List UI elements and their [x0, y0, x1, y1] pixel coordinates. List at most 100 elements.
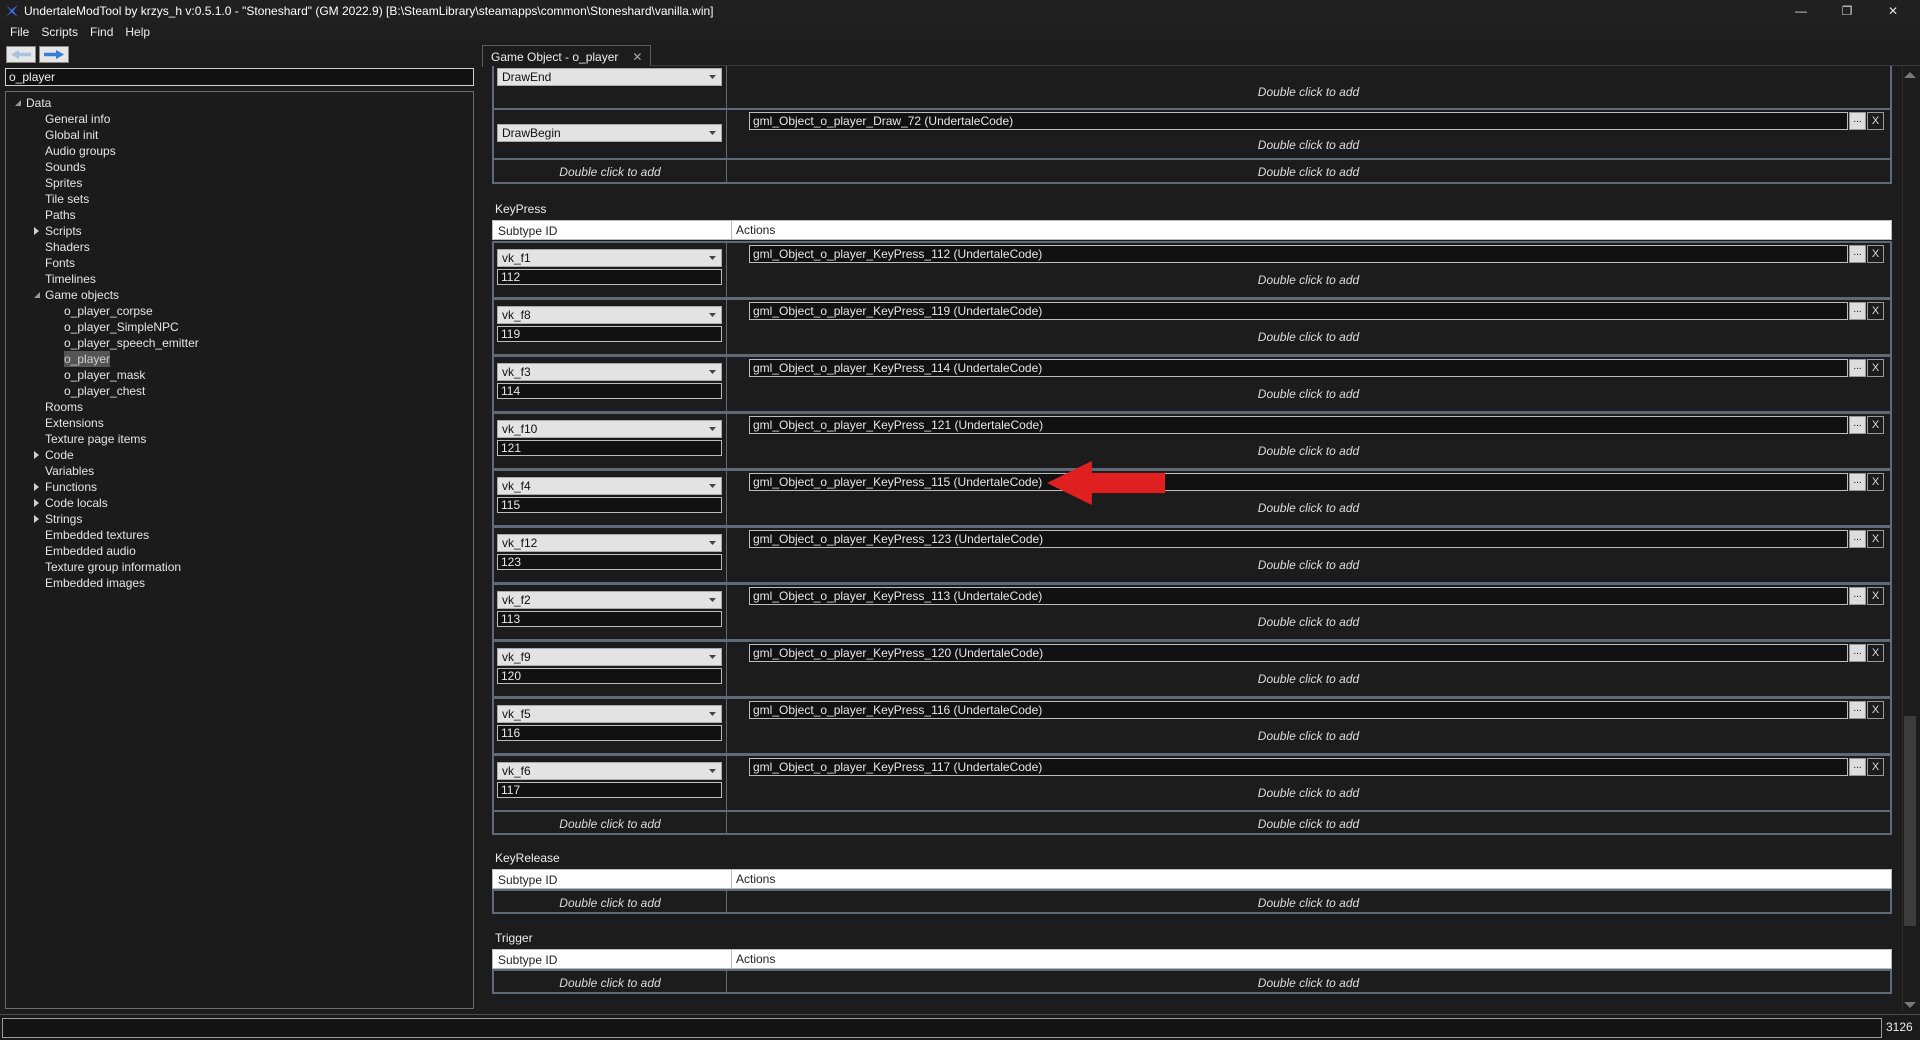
remove-button[interactable]: X	[1867, 473, 1884, 491]
code-reference-field[interactable]: gml_Object_o_player_Draw_72 (UndertaleCo…	[749, 112, 1848, 130]
code-reference-field[interactable]: gml_Object_o_player_KeyPress_120 (Undert…	[749, 644, 1848, 662]
collapsed-triangle-icon[interactable]	[34, 515, 39, 523]
subtype-combobox[interactable]: vk_f9	[497, 648, 722, 666]
double-click-to-add[interactable]: Double click to add	[727, 165, 1890, 179]
subtype-combobox[interactable]: vk_f1	[497, 249, 722, 267]
subtype-id-field[interactable]: 115	[497, 497, 722, 513]
tree-item[interactable]: o_player_SimpleNPC	[6, 319, 473, 335]
double-click-to-add[interactable]: Double click to add	[727, 976, 1890, 990]
subtype-combobox[interactable]: vk_f8	[497, 306, 722, 324]
tree-item[interactable]: General info	[6, 111, 473, 127]
remove-button[interactable]: X	[1867, 359, 1884, 377]
menu-scripts[interactable]: Scripts	[35, 25, 84, 39]
scrollbar-thumb[interactable]	[1904, 716, 1916, 926]
tree-item[interactable]: Embedded audio	[6, 543, 473, 559]
subtype-id-field[interactable]: 116	[497, 725, 722, 741]
collapsed-triangle-icon[interactable]	[34, 483, 39, 491]
tree-item[interactable]: o_player_corpse	[6, 303, 473, 319]
browse-button[interactable]: ...	[1849, 701, 1866, 719]
double-click-to-add[interactable]: Double click to add	[727, 387, 1890, 401]
subtype-combobox[interactable]: vk_f5	[497, 705, 722, 723]
remove-button[interactable]: X	[1867, 644, 1884, 662]
remove-button[interactable]: X	[1867, 758, 1884, 776]
subtype-id-field[interactable]: 123	[497, 554, 722, 570]
forward-button[interactable]	[39, 46, 69, 63]
browse-button[interactable]: ...	[1849, 245, 1866, 263]
tree-item[interactable]: Audio groups	[6, 143, 473, 159]
code-reference-field[interactable]: gml_Object_o_player_KeyPress_123 (Undert…	[749, 530, 1848, 548]
minimize-button[interactable]: —	[1778, 0, 1824, 22]
subtype-combobox[interactable]: vk_f3	[497, 363, 722, 381]
double-click-to-add[interactable]: Double click to add	[727, 896, 1890, 910]
code-reference-field[interactable]: gml_Object_o_player_KeyPress_117 (Undert…	[749, 758, 1848, 776]
double-click-to-add[interactable]: Double click to add	[727, 817, 1890, 831]
tree-item[interactable]: Sounds	[6, 159, 473, 175]
tree-item[interactable]: Code locals	[6, 495, 473, 511]
tab-game-object[interactable]: Game Object - o_player ✕	[482, 45, 652, 67]
tree-item[interactable]: Texture group information	[6, 559, 473, 575]
remove-button[interactable]: X	[1867, 701, 1884, 719]
status-field[interactable]	[2, 1018, 1882, 1038]
double-click-to-add[interactable]: Double click to add	[494, 896, 726, 910]
tree-item[interactable]: Timelines	[6, 271, 473, 287]
double-click-to-add[interactable]: Double click to add	[727, 273, 1890, 287]
tree-item[interactable]: Global init	[6, 127, 473, 143]
tree-item[interactable]: o_player_chest	[6, 383, 473, 399]
collapsed-triangle-icon[interactable]	[34, 451, 39, 459]
tab-close-icon[interactable]: ✕	[632, 50, 642, 64]
subtype-id-field[interactable]: 120	[497, 668, 722, 684]
remove-button[interactable]: X	[1867, 302, 1884, 320]
subtype-combobox[interactable]: vk_f6	[497, 762, 722, 780]
code-reference-field[interactable]: gml_Object_o_player_KeyPress_115 (Undert…	[749, 473, 1848, 491]
tree-item[interactable]: Variables	[6, 463, 473, 479]
tree-item[interactable]: Extensions	[6, 415, 473, 431]
tree-item[interactable]: o_player_mask	[6, 367, 473, 383]
subtype-combobox[interactable]: vk_f2	[497, 591, 722, 609]
tree-item[interactable]: Functions	[6, 479, 473, 495]
subtype-combobox[interactable]: vk_f4	[497, 477, 722, 495]
double-click-to-add[interactable]: Double click to add	[494, 165, 726, 179]
double-click-to-add[interactable]: Double click to add	[727, 444, 1890, 458]
subtype-id-field[interactable]: 114	[497, 383, 722, 399]
subtype-id-field[interactable]: 119	[497, 326, 722, 342]
tree-item[interactable]: Strings	[6, 511, 473, 527]
double-click-to-add[interactable]: Double click to add	[494, 817, 726, 831]
remove-button[interactable]: X	[1867, 245, 1884, 263]
browse-button[interactable]: ...	[1849, 359, 1866, 377]
tree-item[interactable]: Sprites	[6, 175, 473, 191]
browse-button[interactable]: ...	[1849, 530, 1866, 548]
collapsed-triangle-icon[interactable]	[34, 227, 39, 235]
collapsed-triangle-icon[interactable]	[34, 499, 39, 507]
browse-button[interactable]: ...	[1849, 644, 1866, 662]
double-click-to-add[interactable]: Double click to add	[727, 501, 1890, 515]
code-reference-field[interactable]: gml_Object_o_player_KeyPress_113 (Undert…	[749, 587, 1848, 605]
code-reference-field[interactable]: gml_Object_o_player_KeyPress_112 (Undert…	[749, 245, 1848, 263]
double-click-to-add[interactable]: Double click to add	[727, 729, 1890, 743]
code-reference-field[interactable]: gml_Object_o_player_KeyPress_119 (Undert…	[749, 302, 1848, 320]
tree-item[interactable]: Fonts	[6, 255, 473, 271]
tree-item[interactable]: Game objects	[6, 287, 473, 303]
double-click-to-add[interactable]: Double click to add	[727, 85, 1890, 99]
tree-item[interactable]: Rooms	[6, 399, 473, 415]
menu-file[interactable]: File	[4, 25, 35, 39]
subtype-combobox[interactable]: vk_f12	[497, 534, 722, 552]
subtype-id-field[interactable]: 117	[497, 782, 722, 798]
browse-button[interactable]: ...	[1849, 416, 1866, 434]
subtype-combobox[interactable]: DrawEnd	[497, 68, 722, 86]
search-input[interactable]	[5, 68, 474, 86]
subtype-id-field[interactable]: 113	[497, 611, 722, 627]
close-button[interactable]: ✕	[1870, 0, 1916, 22]
browse-button[interactable]: ...	[1849, 587, 1866, 605]
remove-button[interactable]: X	[1867, 416, 1884, 434]
menu-help[interactable]: Help	[119, 25, 156, 39]
tree-item[interactable]: Scripts	[6, 223, 473, 239]
menu-find[interactable]: Find	[84, 25, 119, 39]
code-reference-field[interactable]: gml_Object_o_player_KeyPress_116 (Undert…	[749, 701, 1848, 719]
tree-item[interactable]: o_player	[6, 351, 473, 367]
double-click-to-add[interactable]: Double click to add	[727, 672, 1890, 686]
tree-item[interactable]: Texture page items	[6, 431, 473, 447]
browse-button[interactable]: ...	[1849, 302, 1866, 320]
tree-item[interactable]: Shaders	[6, 239, 473, 255]
restore-button[interactable]: ❐	[1824, 0, 1870, 22]
back-button[interactable]	[6, 46, 36, 63]
